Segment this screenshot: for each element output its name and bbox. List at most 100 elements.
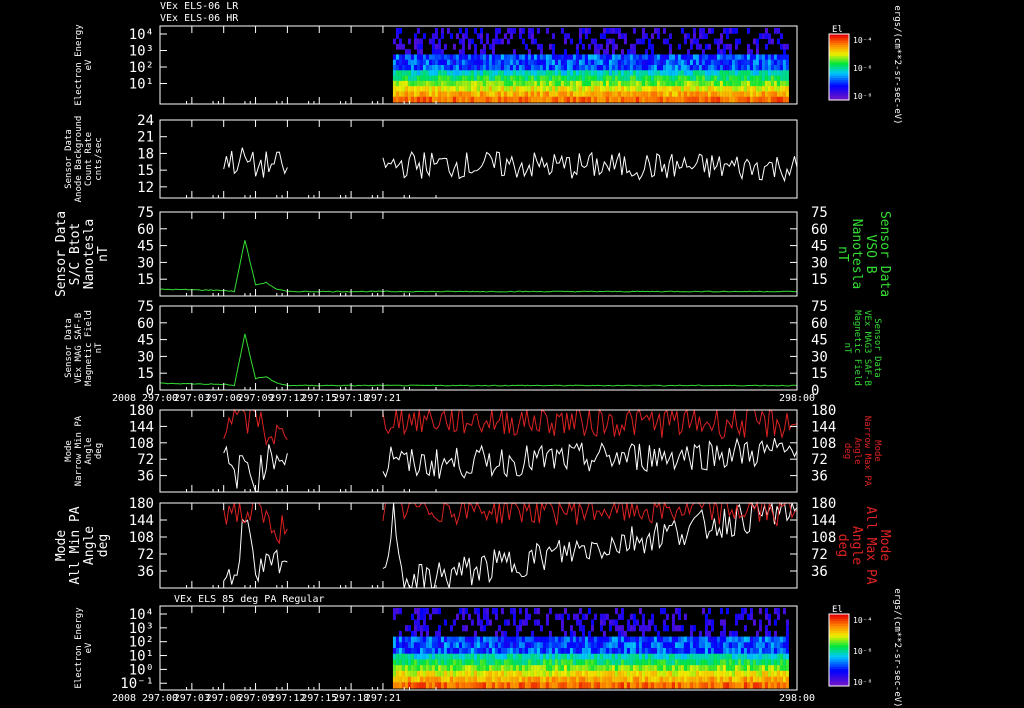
- heatmap-cell: [710, 682, 714, 689]
- heatmap-cell: [629, 91, 633, 98]
- heatmap-cell: [551, 43, 555, 50]
- heatmap-cell: [614, 653, 618, 660]
- heatmap-cell: [422, 682, 426, 689]
- heatmap-cell: [605, 96, 609, 103]
- heatmap-cell: [581, 70, 585, 77]
- series-line: [223, 444, 288, 493]
- heatmap-cell: [527, 70, 531, 77]
- heatmap-cell: [596, 96, 600, 103]
- heatmap-cell: [431, 86, 435, 92]
- heatmap-cell: [557, 648, 561, 655]
- heatmap-cell: [440, 659, 444, 666]
- heatmap-cell: [782, 636, 786, 643]
- heatmap-cell: [437, 43, 441, 50]
- y-tick-label: 18: [137, 146, 154, 162]
- y-tick-label: 45: [137, 333, 154, 349]
- heatmap-cell: [578, 648, 582, 655]
- heatmap-cell: [725, 33, 729, 40]
- plot-canvas: El10⁻⁴10⁻⁶10⁻⁸ ergs/(cm**2-sr-sec-eV)10⁴1…: [54, 5, 902, 707]
- heatmap-cell: [626, 96, 630, 103]
- heatmap-cell: [617, 91, 621, 98]
- heatmap-cell: [617, 613, 621, 620]
- heatmap-cell: [524, 636, 528, 643]
- heatmap-cell: [404, 70, 408, 77]
- heatmap-cell: [656, 80, 660, 87]
- heatmap-cell: [749, 653, 753, 660]
- heatmap-cell: [659, 59, 663, 66]
- heatmap-cell: [545, 670, 549, 678]
- heatmap-cell: [572, 86, 576, 92]
- heatmap-cell: [584, 636, 588, 643]
- heatmap-cell: [692, 38, 696, 45]
- heatmap-cell: [509, 33, 513, 40]
- y-axis-label: nT: [94, 342, 104, 353]
- heatmap-cell: [647, 676, 651, 683]
- heatmap-cell: [785, 676, 789, 683]
- heatmap-cell: [728, 653, 732, 660]
- heatmap-cell: [716, 676, 720, 683]
- heatmap-cell: [614, 59, 618, 66]
- heatmap-cell: [716, 80, 720, 87]
- heatmap-cell: [503, 636, 507, 643]
- heatmap-cell: [488, 642, 492, 649]
- heatmap-cell: [683, 75, 687, 82]
- heatmap-cell: [593, 670, 597, 678]
- heatmap-cell: [413, 642, 417, 649]
- heatmap-cell: [551, 670, 555, 678]
- heatmap-cell: [527, 91, 531, 98]
- heatmap-cell: [446, 75, 450, 82]
- heatmap-cell: [515, 70, 519, 77]
- heatmap-cell: [782, 648, 786, 655]
- heatmap-cell: [722, 653, 726, 660]
- heatmap-cell: [527, 80, 531, 87]
- heatmap-cell: [731, 642, 735, 649]
- heatmap-cell: [701, 70, 705, 77]
- heatmap-cell: [614, 676, 618, 683]
- heatmap-cell: [392, 54, 396, 61]
- heatmap-cell: [608, 642, 612, 649]
- heatmap-cell: [713, 682, 717, 689]
- heatmap-cell: [749, 659, 753, 666]
- heatmap-cell: [410, 670, 414, 678]
- heatmap-cell: [536, 43, 540, 50]
- heatmap-cell: [470, 91, 474, 98]
- heatmap-cell: [722, 670, 726, 678]
- heatmap-cell: [692, 670, 696, 678]
- heatmap-cell: [515, 86, 519, 92]
- heatmap-cell: [686, 91, 690, 98]
- heatmap-cell: [758, 96, 762, 103]
- y-tick-label-right: 144: [811, 419, 836, 435]
- heatmap-cell: [746, 613, 750, 620]
- heatmap-cell: [581, 613, 585, 620]
- heatmap-cell: [599, 70, 603, 77]
- heatmap-cell: [443, 75, 447, 82]
- heatmap-cell: [485, 54, 489, 61]
- y-tick-label-right: 180: [811, 403, 836, 419]
- heatmap-cell: [731, 28, 735, 34]
- y-tick-label: 45: [137, 239, 154, 255]
- heatmap-cell: [671, 659, 675, 666]
- heatmap-cell: [464, 65, 468, 71]
- heatmap-cell: [407, 54, 411, 61]
- heatmap-cell: [620, 659, 624, 666]
- heatmap-cell: [773, 70, 777, 77]
- heatmap-cell: [449, 636, 453, 643]
- heatmap-cell: [593, 96, 597, 103]
- heatmap-cell: [467, 59, 471, 66]
- heatmap-cell: [449, 70, 453, 77]
- heatmap-cell: [776, 659, 780, 666]
- heatmap-cell: [455, 653, 459, 660]
- heatmap-cell: [767, 38, 771, 45]
- heatmap-cell: [428, 75, 432, 82]
- heatmap-cell: [422, 659, 426, 666]
- heatmap-cell: [461, 659, 465, 666]
- heatmap-cell: [701, 659, 705, 666]
- heatmap-cell: [569, 80, 573, 87]
- heatmap-cell: [452, 70, 456, 77]
- heatmap-cell: [584, 613, 588, 620]
- heatmap-cell: [776, 665, 780, 672]
- heatmap-cell: [575, 70, 579, 77]
- heatmap-cell: [599, 65, 603, 71]
- heatmap-cell: [743, 642, 747, 649]
- heatmap-cell: [491, 86, 495, 92]
